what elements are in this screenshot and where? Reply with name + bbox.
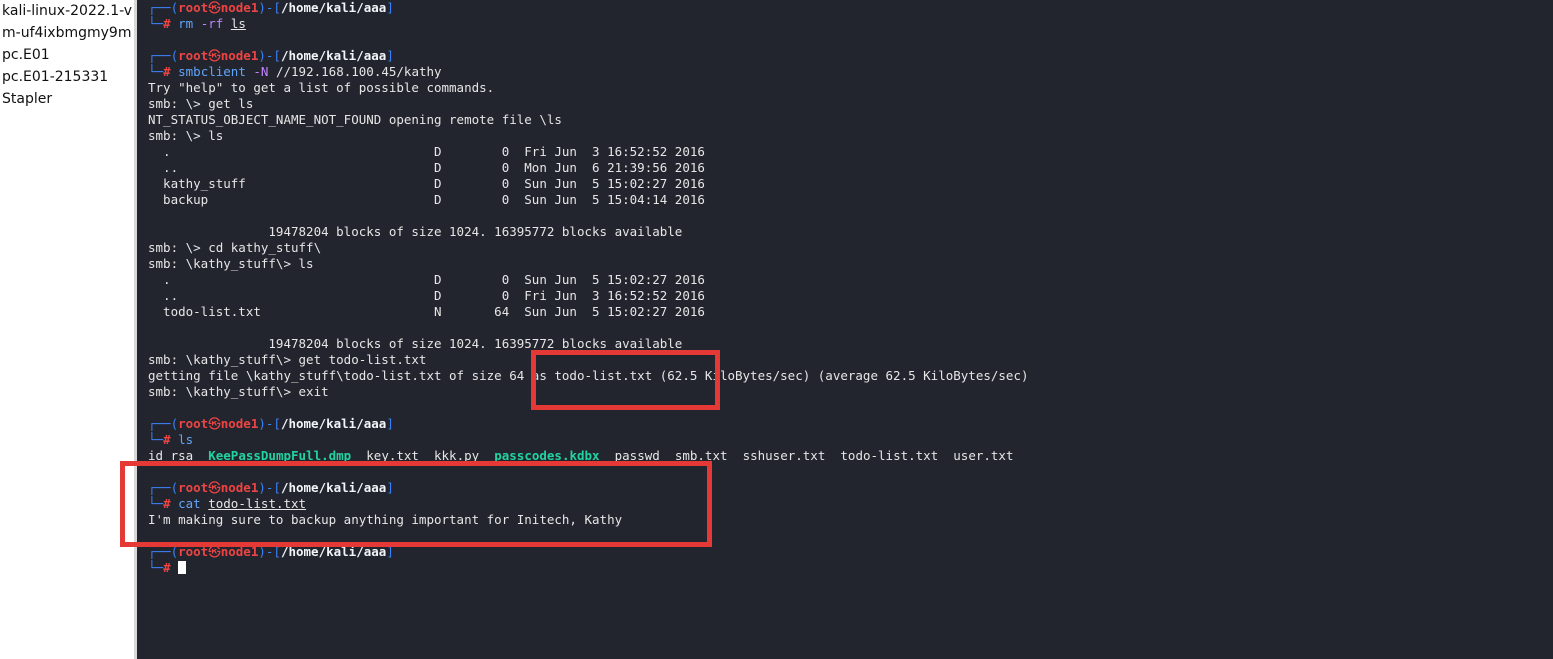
prompt-box-top: ┌──( [148,416,179,431]
prompt-user: root [178,0,209,15]
output-line: smb: \kathy_stuff\> get todo-list.txt [148,352,427,367]
skull-icon: ㉿ [208,544,221,559]
prompt-bracket: )-[ [258,0,281,15]
listing-row: . D 0 Fri Jun 3 16:52:52 2016 [148,144,705,159]
prompt-box-bottom: └─ [148,16,164,31]
output-line: smb: \kathy_stuff\> exit [148,384,329,399]
prompt-close: ] [386,416,394,431]
prompt-bracket: )-[ [258,544,281,559]
prompt-box-bottom: └─ [148,560,164,575]
sidebar-item-m-uf4ixbmgmy9m[interactable]: m-uf4ixbmgmy9m [0,22,134,44]
prompt-line: ┌──(root㉿node1)-[/home/kali/aaa] [148,416,394,432]
prompt-box-bottom: └─ [148,496,164,511]
prompt-hash: # [163,432,171,447]
command-arg: ls [230,16,246,31]
prompt-bracket: )-[ [258,480,281,495]
skull-icon: ㉿ [208,480,221,495]
command-name: rm [178,16,194,31]
sidebar-item-pc-e01[interactable]: pc.E01 [0,44,134,66]
listing-row: .. D 0 Fri Jun 3 16:52:52 2016 [148,288,705,303]
input-line[interactable]: └─# [148,560,187,576]
command-line: └─# smbclient -N //192.168.100.45/kathy [148,64,442,80]
file-entry: id_rsa [148,448,209,463]
command-name: smbclient [178,64,246,79]
prompt-box-bottom: └─ [148,432,164,447]
skull-icon: ㉿ [208,48,221,63]
terminal-window[interactable]: ┌──(root㉿node1)-[/home/kali/aaa] └─# rm … [137,0,1553,659]
output-line: smb: \> get ls [148,96,254,111]
listing-row: kathy_stuff D 0 Sun Jun 5 15:02:27 2016 [148,176,705,191]
skull-icon: ㉿ [208,416,221,431]
prompt-line: ┌──(root㉿node1)-[/home/kali/aaa] [148,544,394,560]
prompt-host: node1 [220,544,259,559]
output-line: smb: \> cd kathy_stuff\ [148,240,322,255]
file-entry: key.txt kkk.py [351,448,495,463]
file-entry-highlighted: KeePassDumpFull.dmp [208,448,352,463]
prompt-host: node1 [220,416,259,431]
output-line: smb: \> ls [148,128,224,143]
prompt-box-bottom: └─ [148,64,164,79]
prompt-host: node1 [220,0,259,15]
prompt-host: node1 [220,480,259,495]
listing-row: . D 0 Sun Jun 5 15:02:27 2016 [148,272,705,287]
prompt-close: ] [386,480,394,495]
prompt-box-top: ┌──( [148,0,179,15]
prompt-user: root [178,544,209,559]
listing-row: todo-list.txt N 64 Sun Jun 5 15:02:27 20… [148,304,705,319]
prompt-hash: # [163,496,171,511]
prompt-box-top: ┌──( [148,480,179,495]
sidebar-item-kali-linux[interactable]: kali-linux-2022.1-v [0,0,134,22]
prompt-hash: # [163,64,171,79]
output-line: Try "help" to get a list of possible com… [148,80,495,95]
prompt-box-top: ┌──( [148,544,179,559]
prompt-path: /home/kali/aaa [280,0,387,15]
command-flag: -rf [200,16,224,31]
command-name: ls [178,432,194,447]
prompt-close: ] [386,544,394,559]
prompt-line: ┌──(root㉿node1)-[/home/kali/aaa] [148,480,394,496]
sidebar-item-stapler[interactable]: Stapler [0,88,134,110]
prompt-bracket: )-[ [258,48,281,63]
prompt-path: /home/kali/aaa [280,48,387,63]
file-list-sidebar: kali-linux-2022.1-v m-uf4ixbmgmy9m pc.E0… [0,0,134,659]
output-line: smb: \kathy_stuff\> ls [148,256,314,271]
prompt-host: node1 [220,48,259,63]
sidebar-item-pc-e01-215331[interactable]: pc.E01-215331 [0,66,134,88]
skull-icon: ㉿ [208,0,221,15]
prompt-path: /home/kali/aaa [280,416,387,431]
output-line: 19478204 blocks of size 1024. 16395772 b… [148,224,683,239]
command-arg: //192.168.100.45/kathy [275,64,442,79]
prompt-line: ┌──(root㉿node1)-[/home/kali/aaa] [148,48,394,64]
file-entry: passwd smb.txt sshuser.txt todo-list.txt… [599,448,1014,463]
output-line: I'm making sure to backup anything impor… [148,512,623,527]
command-line: └─# rm -rf ls [148,16,246,32]
prompt-hash: # [163,16,171,31]
listing-row: .. D 0 Mon Jun 6 21:39:56 2016 [148,160,705,175]
command-name: cat [178,496,201,511]
output-line: 19478204 blocks of size 1024. 16395772 b… [148,336,683,351]
command-line: └─# ls [148,432,193,448]
command-arg: todo-list.txt [208,496,307,511]
output-line: NT_STATUS_OBJECT_NAME_NOT_FOUND opening … [148,112,562,127]
output-line: getting file \kathy_stuff\todo-list.txt … [148,368,1029,383]
prompt-box-top: ┌──( [148,48,179,63]
prompt-line: ┌──(root㉿node1)-[/home/kali/aaa] [148,0,394,16]
prompt-bracket: )-[ [258,416,281,431]
command-line: └─# cat todo-list.txt [148,496,306,512]
prompt-close: ] [386,48,394,63]
listing-row: backup D 0 Sun Jun 5 15:04:14 2016 [148,192,705,207]
prompt-user: root [178,480,209,495]
file-entry-highlighted: passcodes.kdbx [494,448,600,463]
command-flag: -N [253,64,269,79]
prompt-path: /home/kali/aaa [280,480,387,495]
prompt-user: root [178,416,209,431]
prompt-close: ] [386,0,394,15]
prompt-path: /home/kali/aaa [280,544,387,559]
ls-output-line: id_rsa KeePassDumpFull.dmp key.txt kkk.p… [148,448,1014,464]
text-cursor [178,561,187,574]
prompt-user: root [178,48,209,63]
prompt-hash: # [163,560,171,575]
